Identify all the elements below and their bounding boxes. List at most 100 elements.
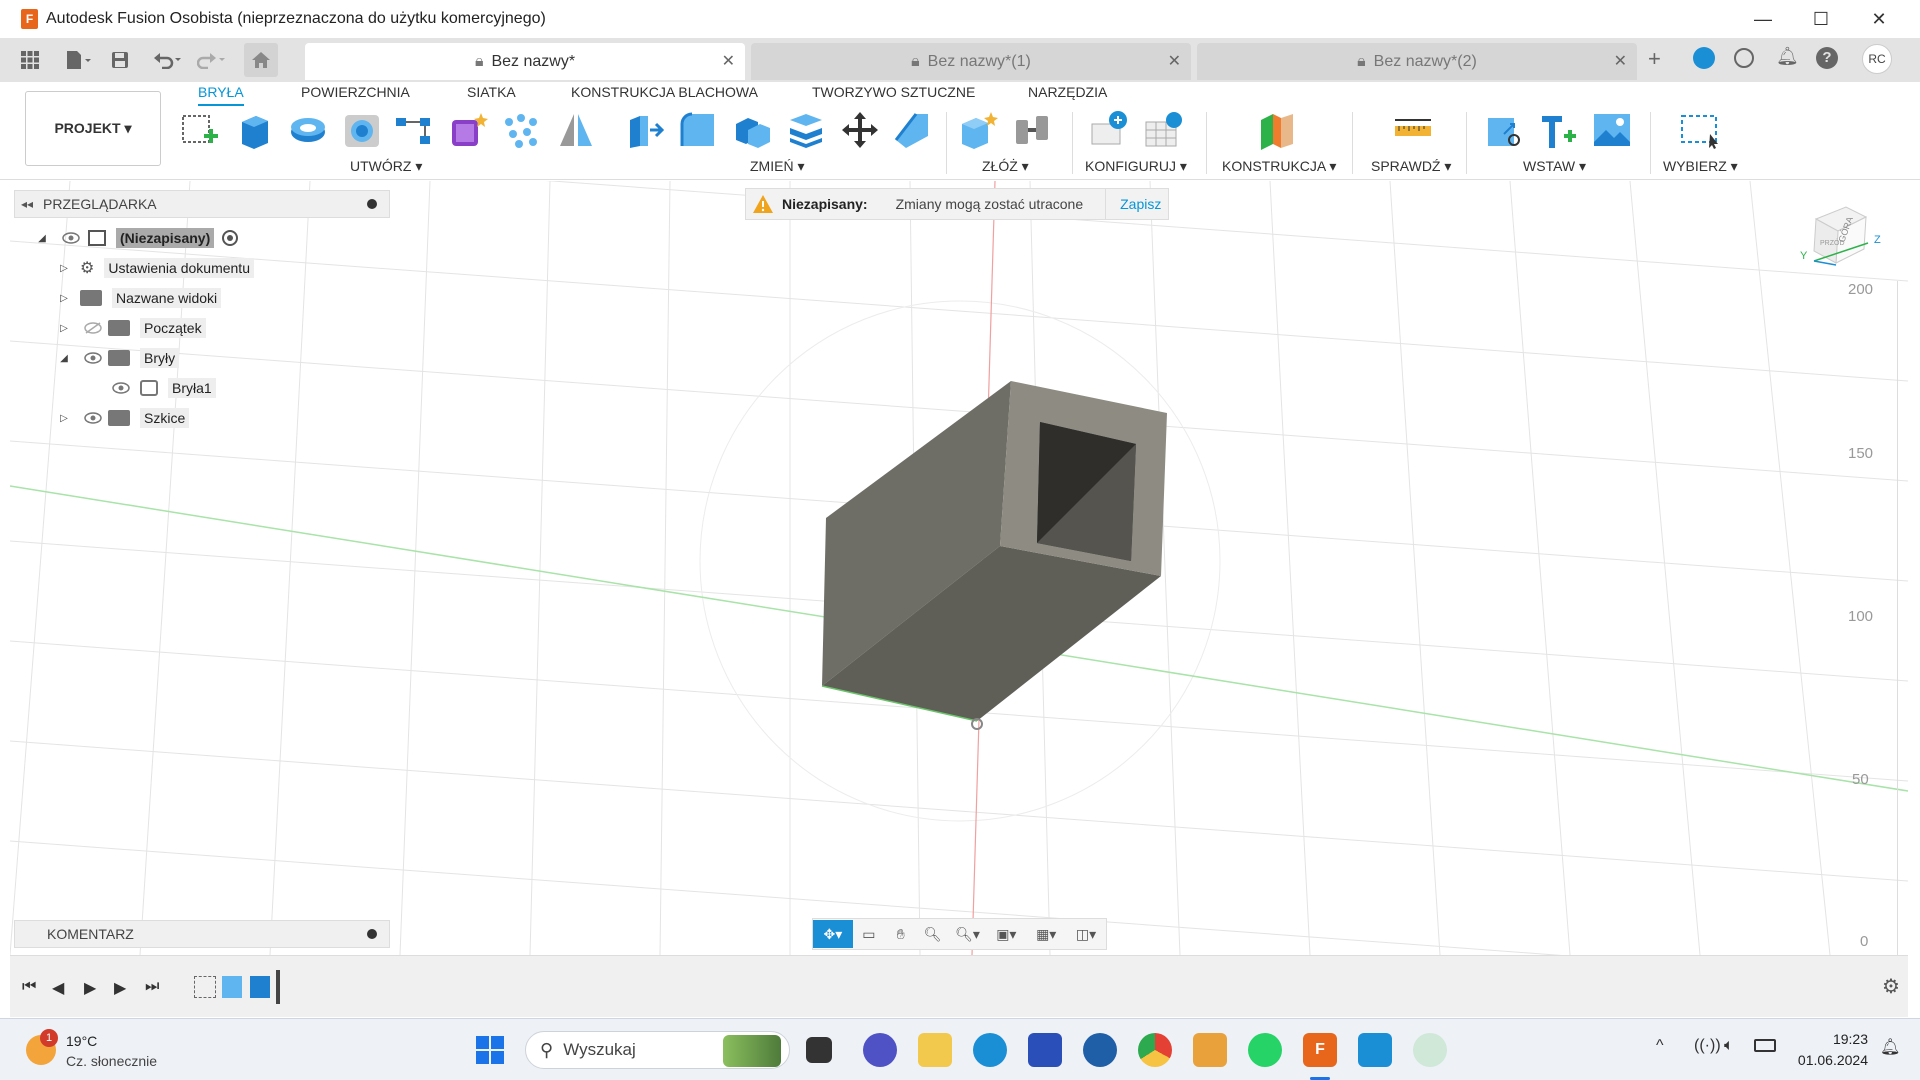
weather-temp[interactable]: 19°C [66, 1033, 97, 1049]
microsoft-store-icon[interactable] [1028, 1033, 1062, 1067]
wifi-icon[interactable]: ((·)) [1694, 1037, 1721, 1055]
app-grid-colored-icon[interactable] [1193, 1033, 1227, 1067]
notification-bell-icon[interactable]: 🔔︎ [1880, 1037, 1900, 1057]
pattern-icon[interactable] [394, 110, 434, 150]
grid-settings-icon[interactable]: ▦▾ [1026, 920, 1066, 948]
edge-browser-icon[interactable] [973, 1033, 1007, 1067]
new-component-icon[interactable] [958, 110, 998, 150]
group-zmien[interactable]: ZMIEŃ ▾ [750, 158, 804, 175]
tab-siatka[interactable]: SIATKA [467, 84, 516, 106]
step-forward-icon[interactable]: ▶ [114, 978, 126, 998]
tab-powierzchnia[interactable]: POWIERZCHNIA [301, 84, 410, 106]
panel-minimize-icon[interactable] [367, 199, 377, 209]
home-icon[interactable] [244, 43, 278, 77]
autodesk-app-icon[interactable] [1358, 1033, 1392, 1067]
collapse-panel-icon[interactable]: ◂◂ [21, 197, 33, 211]
close-tab-icon[interactable]: ✕ [1614, 51, 1627, 71]
tree-expand-icon[interactable]: ▷ [58, 263, 70, 274]
close-tab-icon[interactable]: ✕ [722, 51, 735, 71]
group-konstrukcja[interactable]: KONSTRUKCJA ▾ [1222, 158, 1336, 175]
revolve-icon[interactable] [288, 110, 328, 150]
visibility-eye-icon[interactable] [84, 412, 102, 424]
visibility-eye-icon[interactable] [62, 232, 80, 244]
viewports-icon[interactable]: ◫▾ [1066, 920, 1106, 948]
timeline-shell-feature-icon[interactable] [250, 976, 270, 998]
group-sprawdz[interactable]: SPRAWDŹ ▾ [1371, 158, 1451, 175]
job-status-icon[interactable] [1734, 48, 1754, 68]
insert-canvas-icon[interactable] [1592, 110, 1632, 150]
tab-narzedzia[interactable]: NARZĘDZIA [1028, 84, 1107, 106]
close-button[interactable]: ✕ [1851, 0, 1907, 38]
save-icon[interactable] [104, 44, 136, 76]
display-settings-icon[interactable]: ▣▾ [986, 920, 1026, 948]
projekt-menu-button[interactable]: PROJEKT ▾ [25, 91, 161, 166]
clock-date[interactable]: 01.06.2024 [1792, 1052, 1868, 1068]
chrome-browser-icon[interactable] [1138, 1033, 1172, 1067]
form-icon[interactable] [448, 110, 488, 150]
windows-start-icon[interactable] [473, 1033, 507, 1067]
press-pull-icon[interactable] [624, 110, 665, 150]
user-avatar[interactable]: RC [1862, 44, 1892, 74]
add-comment-icon[interactable] [367, 929, 377, 939]
tree-root[interactable]: ◢ (Niezapisany) [36, 226, 239, 250]
hidden-eye-icon[interactable] [84, 322, 102, 334]
tree-item-origin[interactable]: ▷ Początek [58, 316, 206, 340]
teams-chat-icon[interactable] [863, 1033, 897, 1067]
save-link[interactable]: Zapisz [1120, 196, 1161, 212]
go-to-start-icon[interactable]: ⏮ [22, 978, 36, 996]
visibility-eye-icon[interactable] [112, 382, 130, 394]
joint-icon[interactable] [1012, 110, 1052, 150]
group-wybierz[interactable]: WYBIERZ ▾ [1663, 158, 1738, 175]
orbit-icon[interactable]: ✥▾ [813, 920, 853, 948]
3d-viewport[interactable]: GÓRA PRZÓD Y Z 200 150 100 50 0 [10, 181, 1908, 955]
fillet-icon[interactable] [678, 110, 718, 150]
task-view-icon[interactable] [806, 1037, 832, 1063]
visibility-eye-icon[interactable] [84, 352, 102, 364]
look-at-icon[interactable]: ▭ [853, 920, 885, 948]
close-tab-icon[interactable]: ✕ [1168, 51, 1181, 71]
file-menu-icon[interactable] [58, 44, 98, 76]
tree-expand-icon[interactable]: ◢ [36, 233, 48, 244]
app-icon-blue[interactable] [1083, 1033, 1117, 1067]
browser-panel-header[interactable]: ◂◂ PRZEGLĄDARKA [14, 190, 390, 218]
tab-bryla[interactable]: BRYŁA [198, 84, 244, 106]
document-tab-active[interactable]: 🔒︎ Bez nazwy* ✕ [305, 43, 745, 80]
tree-item-bodies[interactable]: ◢ Bryły [58, 346, 180, 370]
insert-mcmaster-icon[interactable] [1538, 110, 1578, 150]
extensions-icon[interactable] [1693, 47, 1715, 69]
new-tab-icon[interactable]: + [1648, 46, 1661, 72]
minimize-button[interactable]: — [1735, 0, 1791, 38]
timeline-sketch-feature-icon[interactable] [194, 976, 216, 998]
tree-expand-icon[interactable]: ▷ [58, 323, 70, 334]
configure-icon[interactable] [1090, 110, 1130, 150]
comment-panel-header[interactable]: KOMENTARZ [14, 920, 390, 948]
create-sketch-icon[interactable] [180, 110, 220, 150]
notifications-icon[interactable]: 🔔︎ [1776, 46, 1799, 67]
tree-collapse-icon[interactable]: ◢ [58, 353, 70, 364]
timeline-marker[interactable] [276, 970, 280, 1004]
zoom-icon[interactable]: 🔍︎ [917, 920, 949, 948]
zoom-window-icon[interactable]: 🔍︎▾ [949, 920, 987, 948]
view-cube[interactable]: GÓRA PRZÓD Y Z [1788, 201, 1898, 291]
solid-model-bryla1[interactable] [10, 181, 1908, 955]
undo-icon[interactable] [148, 44, 188, 76]
configure-table-icon[interactable] [1144, 110, 1184, 150]
tab-konstrukcja-blachowa[interactable]: KONSTRUKCJA BLACHOWA [571, 84, 758, 106]
extrude-icon[interactable] [234, 110, 274, 150]
fusion-taskbar-icon[interactable]: F [1303, 1033, 1337, 1067]
pan-hand-icon[interactable]: ✋︎ [885, 920, 917, 948]
show-hidden-icons-chevron-icon[interactable]: ^ [1656, 1037, 1664, 1055]
tab-tworzywo-sztuczne[interactable]: TWORZYWO SZTUCZNE [812, 84, 975, 106]
group-konfiguruj[interactable]: KONFIGURUJ ▾ [1085, 158, 1187, 175]
group-wstaw[interactable]: WSTAW ▾ [1523, 158, 1586, 175]
tree-item-document-settings[interactable]: ▷ ⚙ Ustawienia dokumentu [58, 256, 254, 280]
mirror-icon[interactable] [556, 110, 596, 150]
insert-derive-icon[interactable] [1484, 110, 1524, 150]
whatsapp-icon[interactable] [1248, 1033, 1282, 1067]
file-explorer-icon[interactable] [918, 1033, 952, 1067]
combine-icon[interactable] [732, 110, 772, 150]
clock-time[interactable]: 19:23 [1796, 1031, 1868, 1047]
tree-expand-icon[interactable]: ▷ [58, 413, 70, 424]
tree-item-named-views[interactable]: ▷ Nazwane widoki [58, 286, 222, 310]
weather-desc[interactable]: Cz. słonecznie [66, 1053, 157, 1069]
